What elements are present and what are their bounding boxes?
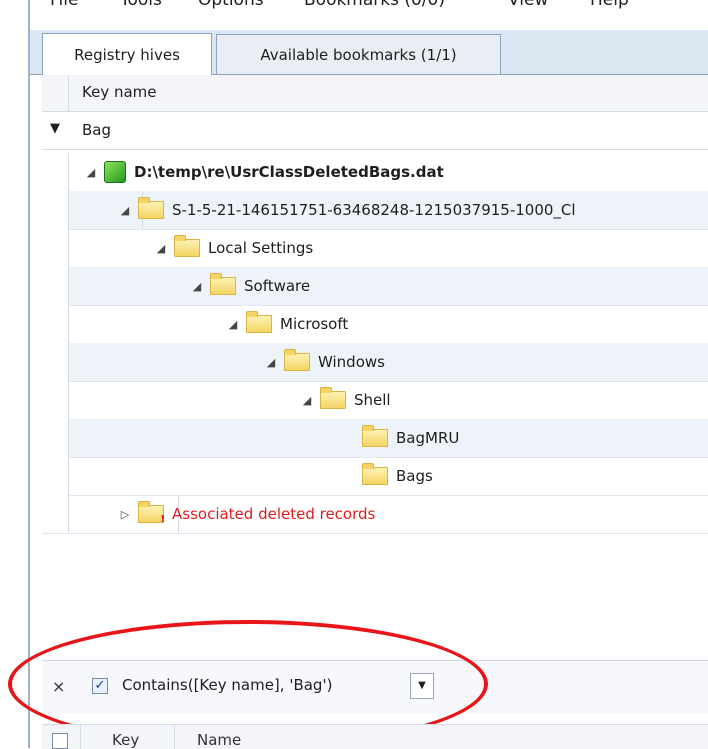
row-indicator <box>42 267 69 305</box>
tree-node[interactable]: ◢ Shell <box>300 381 391 419</box>
menu-file[interactable]: File <box>50 0 78 10</box>
window-left-edge <box>0 0 30 748</box>
tree-node[interactable]: ◢ D:\temp\re\UsrClassDeletedBags.dat <box>84 153 444 191</box>
tree-node[interactable]: ◢ Local Settings <box>154 229 313 267</box>
tab-strip: Registry hives Available bookmarks (1/1) <box>30 30 708 75</box>
filter-history-dropdown-button[interactable]: ▼ <box>410 673 434 699</box>
tree-row[interactable]: ◢ Local Settings <box>42 229 708 268</box>
row-indicator <box>42 153 69 191</box>
tree-row[interactable]: ◢ Windows <box>42 343 708 382</box>
tree-row[interactable]: BagMRU <box>42 419 708 458</box>
collapse-icon[interactable]: ◢ <box>84 166 98 179</box>
menu-help[interactable]: Help <box>590 0 629 10</box>
tree-node[interactable]: BagMRU <box>342 419 459 457</box>
auto-filter-row[interactable]: ▼ Bag <box>42 113 708 150</box>
folder-warning-icon <box>138 501 165 525</box>
folder-icon <box>284 349 310 371</box>
collapse-icon[interactable]: ◢ <box>264 356 278 369</box>
row-indicator <box>42 495 69 533</box>
expand-icon[interactable]: ▷ <box>118 508 132 521</box>
node-label: Bags <box>396 467 433 485</box>
tree-row[interactable]: ◢ Microsoft <box>42 305 708 344</box>
tree-node[interactable]: ◢ S-1-5-21-146151751-63468248-1215037915… <box>118 191 576 229</box>
collapse-icon[interactable]: ◢ <box>118 204 132 217</box>
folder-icon <box>320 387 346 409</box>
row-indicator <box>42 457 69 495</box>
menu-view[interactable]: View <box>508 0 548 10</box>
tree-row[interactable]: Bags <box>42 457 708 496</box>
menu-bar: File Tools Options Bookmarks (0/0) View … <box>30 0 708 12</box>
collapse-icon[interactable]: ◢ <box>226 318 240 331</box>
folder-icon <box>362 463 388 485</box>
node-label: Shell <box>354 391 391 409</box>
node-label: Microsoft <box>280 315 349 333</box>
row-indicator <box>42 343 69 381</box>
tree-row[interactable]: ▷ Associated deleted records <box>42 495 708 534</box>
column-header-name[interactable]: Name <box>197 731 241 749</box>
node-label: S-1-5-21-146151751-63468248-1215037915-1… <box>172 201 576 219</box>
values-grid-header: Key Name <box>42 724 708 749</box>
node-label: BagMRU <box>396 429 460 447</box>
select-all-checkbox[interactable] <box>52 733 68 749</box>
node-label: Local Settings <box>208 239 314 257</box>
tree-row[interactable]: ◢ Shell <box>42 381 708 420</box>
collapse-icon[interactable]: ◢ <box>300 394 314 407</box>
folder-icon <box>138 197 164 219</box>
header-indicator-cell <box>42 75 69 111</box>
tab-available-bookmarks[interactable]: Available bookmarks (1/1) <box>216 34 501 74</box>
menu-options[interactable]: Options <box>198 0 264 10</box>
grid-header: Key name <box>42 75 708 112</box>
filter-cell-value[interactable]: Bag <box>82 121 111 139</box>
node-label: Associated deleted records <box>172 505 376 523</box>
registry-tree-grid: Key name ▼ Bag ◢ D:\temp\re\UsrClassDele… <box>42 75 708 635</box>
menu-tools[interactable]: Tools <box>120 0 162 10</box>
column-header-key[interactable]: Key <box>112 731 139 749</box>
tab-registry-hives[interactable]: Registry hives <box>42 33 212 75</box>
folder-icon <box>362 425 388 447</box>
tree-node[interactable]: ◢ Windows <box>264 343 385 381</box>
folder-icon <box>174 235 200 257</box>
menu-bookmarks[interactable]: Bookmarks (0/0) <box>304 0 445 10</box>
hive-icon <box>104 161 126 183</box>
column-header-key-name[interactable]: Key name <box>82 83 157 101</box>
column-divider <box>80 725 81 749</box>
tree-row[interactable]: ◢ D:\temp\re\UsrClassDeletedBags.dat <box>42 153 708 192</box>
filter-expression[interactable]: Contains([Key name], 'Bag') <box>122 676 332 694</box>
tree-node[interactable]: ▷ Associated deleted records <box>118 495 375 533</box>
folder-icon <box>246 311 272 333</box>
node-label: Windows <box>318 353 385 371</box>
tree-row[interactable]: ◢ S-1-5-21-146151751-63468248-1215037915… <box>42 191 708 230</box>
tree-node[interactable]: Bags <box>342 457 433 495</box>
node-label: Software <box>244 277 311 295</box>
clear-filter-button[interactable]: × <box>52 677 65 696</box>
collapse-icon[interactable]: ◢ <box>190 280 204 293</box>
row-indicator <box>42 229 69 267</box>
row-indicator <box>42 305 69 343</box>
collapse-icon[interactable]: ◢ <box>154 242 168 255</box>
enable-filter-checkbox[interactable]: ✓ <box>92 678 108 694</box>
filter-panel: × ✓ Contains([Key name], 'Bag') ▼ <box>42 660 708 713</box>
row-indicator <box>42 419 69 457</box>
column-divider <box>174 725 175 749</box>
filter-funnel-icon: ▼ <box>50 121 60 136</box>
window-border <box>28 0 30 748</box>
folder-icon <box>210 273 236 295</box>
node-label: D:\temp\re\UsrClassDeletedBags.dat <box>134 163 444 181</box>
tree-node[interactable]: ◢ Software <box>190 267 310 305</box>
tree-row[interactable]: ◢ Software <box>42 267 708 306</box>
row-indicator <box>42 191 69 229</box>
tree-node[interactable]: ◢ Microsoft <box>226 305 348 343</box>
row-indicator <box>42 381 69 419</box>
